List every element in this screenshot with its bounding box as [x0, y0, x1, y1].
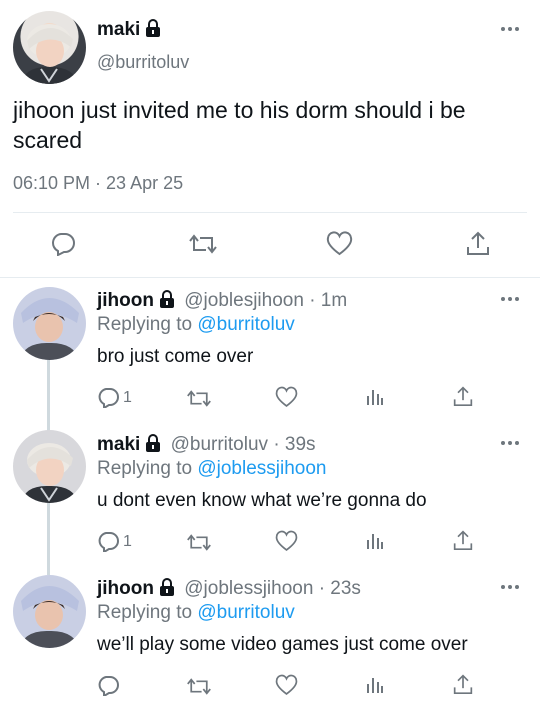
- retweet-icon: [188, 233, 218, 255]
- display-name[interactable]: jihoon: [97, 578, 154, 599]
- analytics-button[interactable]: [366, 530, 384, 550]
- share-icon: [453, 673, 473, 695]
- timestamp[interactable]: 06:10 PM · 23 Apr 25: [13, 173, 183, 194]
- more-icon[interactable]: [500, 26, 520, 32]
- divider: [13, 212, 527, 213]
- handle[interactable]: @joblesjihoon: [184, 290, 304, 311]
- like-button[interactable]: [275, 386, 298, 408]
- share-button[interactable]: [466, 230, 490, 256]
- tweet-text: bro just come over: [97, 346, 254, 367]
- retweet-icon: [186, 677, 212, 696]
- replying-label: Replying to: [97, 458, 193, 479]
- avatar[interactable]: [13, 11, 86, 84]
- reply-count: 1: [123, 388, 132, 406]
- reply-count: 1: [123, 532, 132, 550]
- handle[interactable]: @burritoluv: [171, 434, 268, 455]
- divider: [0, 277, 540, 278]
- replying-to: Replying to @burritoluv: [97, 602, 295, 624]
- reply-icon: [97, 531, 119, 552]
- reply-button[interactable]: 1: [97, 531, 132, 552]
- retweet-icon: [186, 389, 212, 408]
- analytics-icon: [366, 530, 384, 550]
- reply-button[interactable]: [50, 232, 76, 256]
- display-name[interactable]: maki: [97, 19, 140, 40]
- display-name[interactable]: maki: [97, 434, 140, 455]
- more-icon[interactable]: [500, 584, 520, 590]
- relative-time[interactable]: · 23s: [319, 578, 361, 599]
- like-button[interactable]: [326, 231, 353, 256]
- heart-icon: [326, 231, 353, 256]
- retweet-button[interactable]: [188, 233, 218, 255]
- retweet-button[interactable]: [186, 677, 212, 696]
- retweet-button[interactable]: [186, 533, 212, 552]
- author-row: jihoon @joblesjihoon · 1m: [97, 290, 347, 312]
- share-button[interactable]: [453, 673, 473, 695]
- handle[interactable]: @burritoluv: [97, 52, 189, 73]
- display-name[interactable]: jihoon: [97, 290, 154, 311]
- author-row: maki @burritoluv · 39s: [97, 434, 316, 456]
- mention-link[interactable]: @burritoluv: [197, 602, 294, 623]
- reply-icon: [50, 232, 76, 256]
- avatar[interactable]: [13, 575, 86, 648]
- avatar[interactable]: [13, 430, 86, 503]
- reply-icon: [97, 675, 119, 696]
- more-icon[interactable]: [500, 296, 520, 302]
- heart-icon: [275, 674, 298, 696]
- replying-to: Replying to @burritoluv: [97, 314, 295, 336]
- reply-button[interactable]: [97, 675, 123, 696]
- share-icon: [453, 385, 473, 407]
- retweet-button[interactable]: [186, 389, 212, 408]
- replying-label: Replying to: [97, 314, 193, 335]
- tweet-text: we’ll play some video games just come ov…: [97, 634, 468, 655]
- analytics-button[interactable]: [366, 674, 384, 694]
- retweet-icon: [186, 533, 212, 552]
- lock-icon: [159, 290, 175, 308]
- more-icon[interactable]: [500, 440, 520, 446]
- relative-time[interactable]: · 1m: [309, 290, 347, 311]
- author-row: jihoon @joblessjihoon · 23s: [97, 578, 361, 600]
- analytics-icon: [366, 674, 384, 694]
- like-button[interactable]: [275, 530, 298, 552]
- tweet-text: jihoon just invited me to his dorm shoul…: [13, 97, 466, 153]
- reply-icon: [97, 387, 119, 408]
- analytics-button[interactable]: [366, 386, 384, 406]
- tweet-text: u dont even know what we’re gonna do: [97, 490, 427, 511]
- replying-to: Replying to @joblessjihoon: [97, 458, 326, 480]
- share-icon: [453, 529, 473, 551]
- lock-icon: [145, 19, 161, 37]
- share-button[interactable]: [453, 529, 473, 551]
- lock-icon: [159, 578, 175, 596]
- reply-button[interactable]: 1: [97, 387, 132, 408]
- avatar[interactable]: [13, 287, 86, 360]
- analytics-icon: [366, 386, 384, 406]
- author-row: maki: [97, 19, 161, 41]
- lock-icon: [145, 434, 161, 452]
- heart-icon: [275, 386, 298, 408]
- like-button[interactable]: [275, 674, 298, 696]
- mention-link[interactable]: @joblessjihoon: [197, 458, 326, 479]
- share-icon: [466, 230, 490, 256]
- handle[interactable]: @joblessjihoon: [184, 578, 313, 599]
- heart-icon: [275, 530, 298, 552]
- relative-time[interactable]: · 39s: [273, 434, 315, 455]
- mention-link[interactable]: @burritoluv: [197, 314, 294, 335]
- replying-label: Replying to: [97, 602, 193, 623]
- share-button[interactable]: [453, 385, 473, 407]
